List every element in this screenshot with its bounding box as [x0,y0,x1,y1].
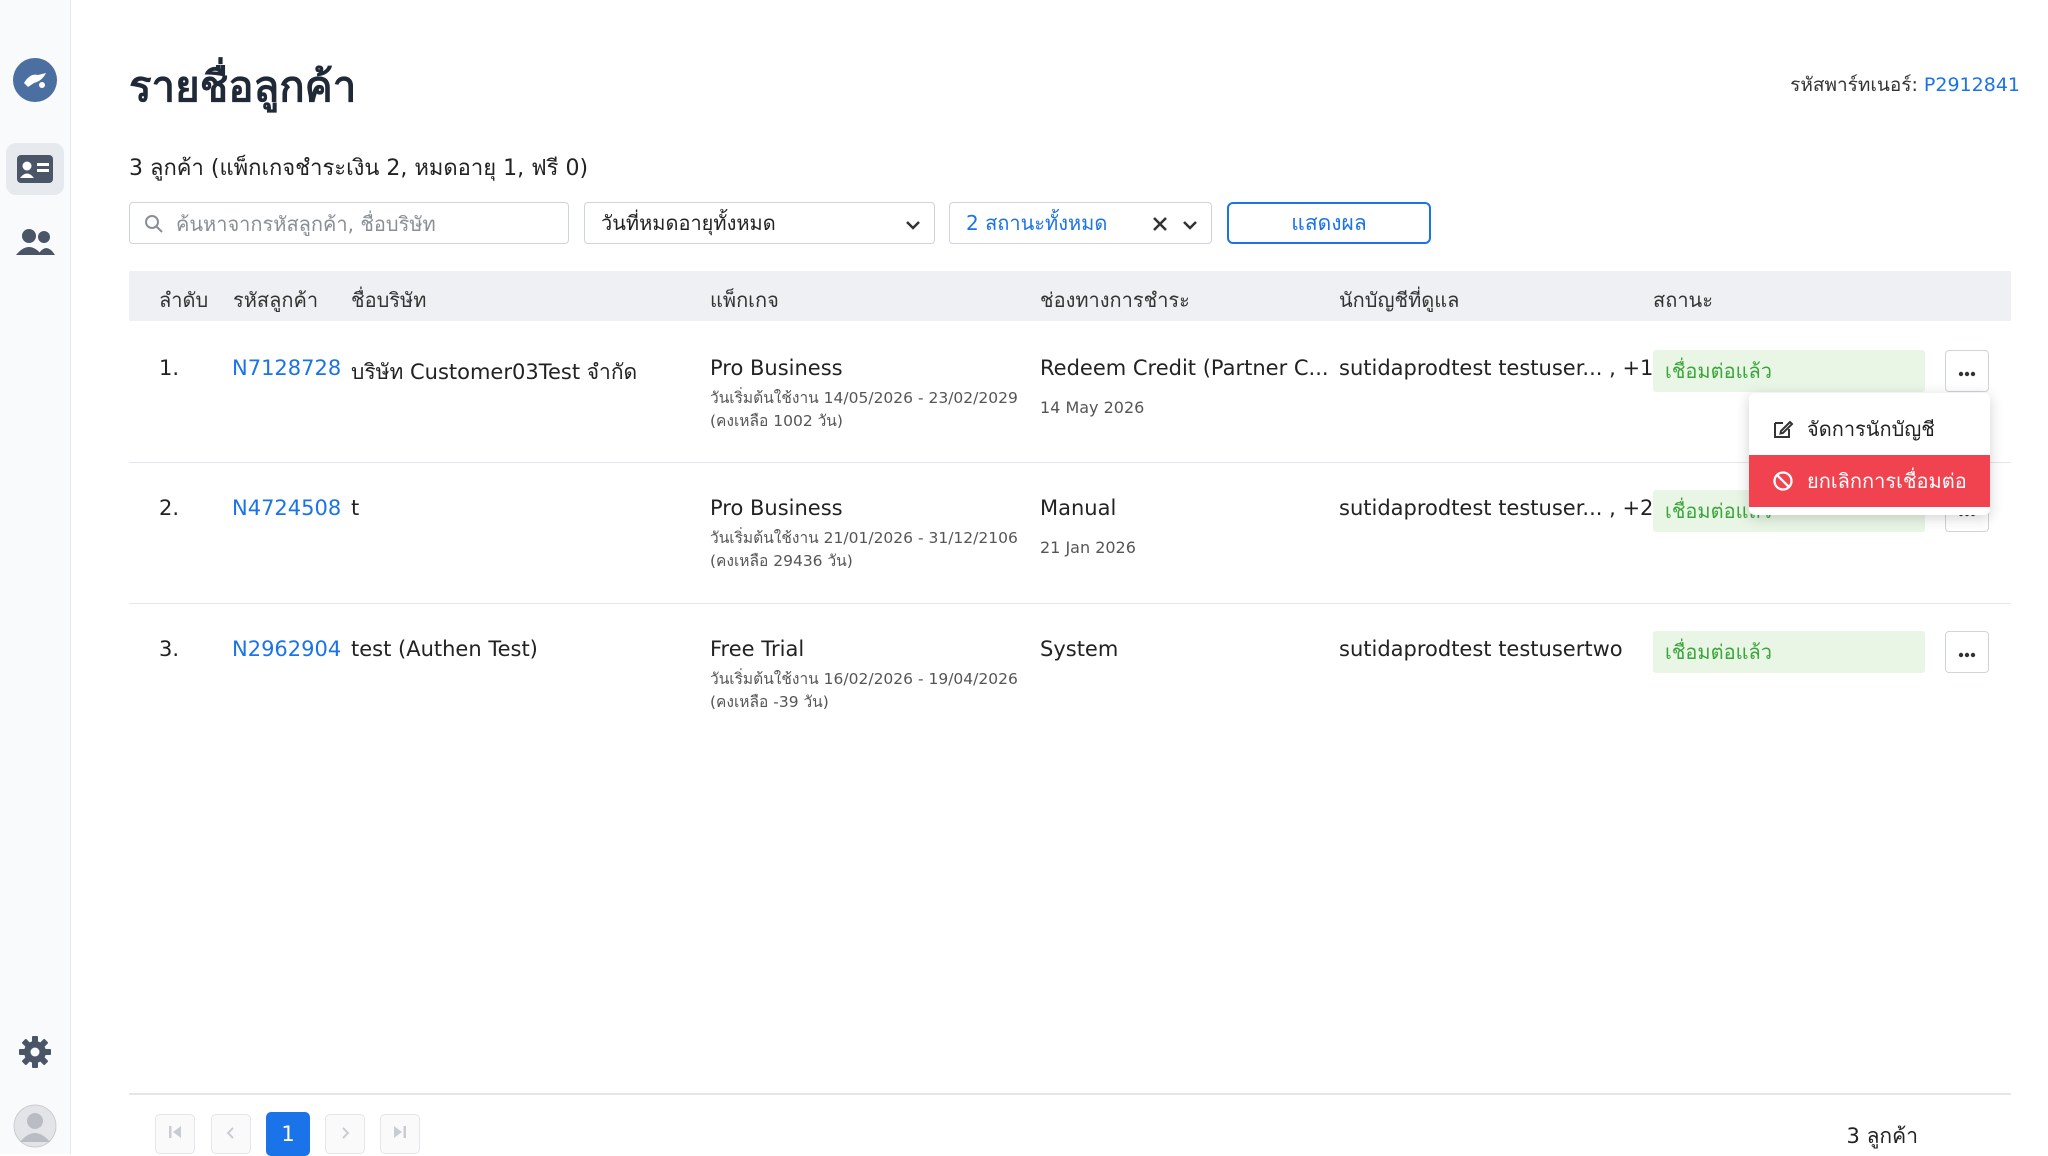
customer-code-link[interactable]: N2962904 [232,637,341,661]
page-title: รายชื่อลูกค้า [129,62,357,111]
expiry-date-value: วันที่หมดอายุทั้งหมด [601,211,776,235]
table-row: 2. N4724508 t Pro Business วันเริ่มต้นใช… [129,463,2011,604]
row-actions-menu: จัดการนักบัญชี ยกเลิกการเชื่อมต่อ [1749,393,1990,515]
contact-card-icon[interactable] [6,143,64,195]
package-range: วันเริ่มต้นใช้งาน 16/02/2026 - 19/04/202… [710,670,1018,688]
payment-date: 21 Jan 2026 [1040,538,1136,557]
row-number: 2. [159,496,180,520]
package-range: วันเริ่มต้นใช้งาน 21/01/2026 - 31/12/210… [710,529,1018,547]
footer-divider [129,1093,2011,1095]
show-results-button[interactable]: แสดงผล [1227,202,1431,244]
more-button[interactable] [1945,631,1989,673]
package-name: Pro Business [710,496,843,520]
first-page-icon [167,1124,183,1144]
clear-icon[interactable] [1151,214,1169,238]
gear-icon[interactable] [6,1026,64,1078]
expiry-date-select[interactable]: วันที่หมดอายุทั้งหมด [584,202,935,244]
disconnect-label: ยกเลิกการเชื่อมต่อ [1807,469,1967,493]
status-select-value: 2 สถานะทั้งหมด [966,211,1108,235]
edit-icon [1771,417,1795,446]
company-name: บริษัท Customer03Test จำกัด [351,360,638,384]
status-label: เชื่อมต่อแล้ว [1665,359,1772,383]
last-page-icon [392,1124,408,1144]
disconnect-menu-item[interactable]: ยกเลิกการเชื่อมต่อ [1749,455,1990,507]
partner-code: รหัสพาร์ทเนอร์: P2912841 [1790,70,2020,100]
logo-icon[interactable] [6,54,64,106]
next-page-button[interactable] [325,1114,365,1154]
sidebar [0,0,71,1154]
chevron-down-icon [904,215,922,239]
column-header: แพ็กเกจ [710,288,779,312]
total-count: 3 ลูกค้า [1846,1124,1918,1148]
package-remaining: (คงเหลือ 29436 วัน) [710,552,853,570]
package-name: Free Trial [710,637,805,661]
status-label: เชื่อมต่อแล้ว [1665,640,1772,664]
manage-accountant-menu-item[interactable]: จัดการนักบัญชี [1749,403,1990,455]
page-number-button[interactable]: 1 [266,1112,310,1156]
partner-id: P2912841 [1923,74,2020,96]
chevron-down-icon [1181,215,1199,239]
more-icon [1958,643,1976,662]
more-button[interactable] [1945,350,1989,392]
table-header: ลำดับ รหัสลูกค้า ชื่อบริษัท แพ็กเกจ ช่อง… [129,271,2011,321]
package-remaining: (คงเหลือ -39 วัน) [710,693,829,711]
payment-method: Redeem Credit (Partner C... [1040,356,1329,380]
customer-code-link[interactable]: N7128728 [232,356,341,380]
customer-summary: 3 ลูกค้า (แพ็กเกจชำระเงิน 2, หมดอายุ 1, … [129,156,589,181]
table-row: 1. N7128728 บริษัท Customer03Test จำกัด … [129,322,2011,463]
row-number: 1. [159,356,180,380]
column-header: ช่องทางการชำระ [1040,288,1190,312]
avatar-icon[interactable] [6,1100,64,1152]
status-select[interactable]: 2 สถานะทั้งหมด [949,202,1212,244]
company-name: test (Authen Test) [351,637,538,661]
first-page-button[interactable] [155,1114,195,1154]
accountant-name: sutidaprodtest testuser... , +2 [1339,496,1654,520]
partner-label: รหัสพาร์ทเนอร์: [1790,74,1918,96]
accountant-name: sutidaprodtest testusertwo [1339,637,1623,661]
prev-page-button[interactable] [211,1114,251,1154]
package-range: วันเริ่มต้นใช้งาน 14/05/2026 - 23/02/202… [710,389,1018,407]
column-header: รหัสลูกค้า [233,288,319,312]
company-name: t [351,496,360,520]
payment-method: System [1040,637,1119,661]
column-header: ชื่อบริษัท [351,288,427,312]
manage-accountant-label: จัดการนักบัญชี [1807,417,1935,441]
payment-method: Manual [1040,496,1117,520]
column-header: ลำดับ [159,288,209,312]
search-icon [144,214,164,238]
status-badge: เชื่อมต่อแล้ว [1653,631,1925,673]
payment-date: 14 May 2026 [1040,398,1145,417]
status-badge: เชื่อมต่อแล้ว [1653,350,1925,392]
package-remaining: (คงเหลือ 1002 วัน) [710,412,843,430]
last-page-button[interactable] [380,1114,420,1154]
next-page-icon [338,1125,352,1144]
ban-icon [1771,469,1795,498]
package-name: Pro Business [710,356,843,380]
users-icon[interactable] [6,216,64,268]
search-box [129,202,569,244]
accountant-name: sutidaprodtest testuser... , +1 [1339,356,1654,380]
table-row: 3. N2962904 test (Authen Test) Free Tria… [129,604,2011,744]
search-input[interactable] [174,203,558,244]
more-icon [1958,362,1976,381]
column-header: สถานะ [1653,288,1713,312]
row-number: 3. [159,637,180,661]
prev-page-icon [224,1125,238,1144]
column-header: นักบัญชีที่ดูแล [1339,288,1460,312]
customer-code-link[interactable]: N4724508 [232,496,341,520]
